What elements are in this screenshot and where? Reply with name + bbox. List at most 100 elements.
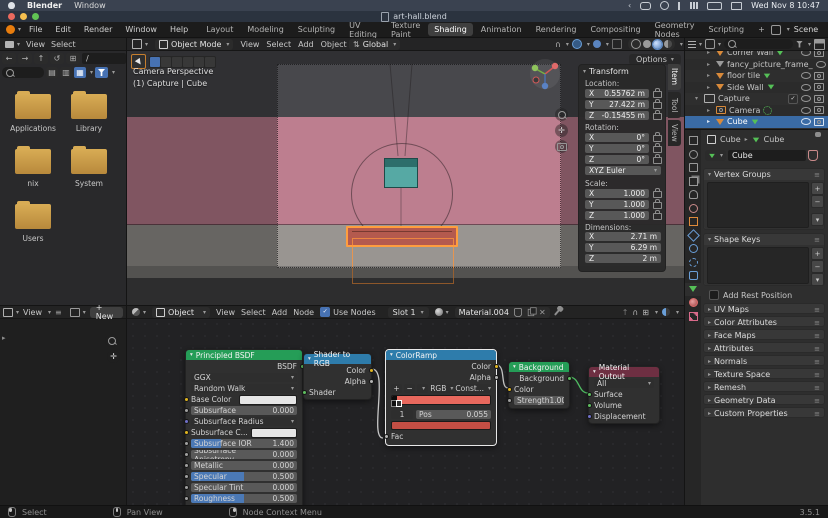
outliner-row-side-wall[interactable]: ▸ Side Wall <box>685 82 828 94</box>
lock-icon[interactable] <box>653 135 662 142</box>
scale-z-field[interactable]: Z1.000 <box>585 211 649 220</box>
zoom-gizmo-icon[interactable] <box>105 334 118 347</box>
menu-edit[interactable]: Edit <box>55 25 71 34</box>
toggle-icon-4[interactable] <box>183 57 193 67</box>
scene-selector[interactable]: Scene <box>794 25 828 34</box>
toggle-icon-6[interactable] <box>205 57 215 67</box>
image-view-menu[interactable]: View <box>23 308 42 317</box>
rotation-x-field[interactable]: X0° <box>585 133 649 142</box>
shader-view-menu[interactable]: View <box>216 308 235 317</box>
file-view-menu[interactable]: View <box>26 40 45 49</box>
subsurface-ior-field[interactable]: Subsurface IOR1.400 <box>191 439 297 448</box>
volume-input-socket[interactable] <box>587 403 592 408</box>
breadcrumb-object[interactable]: Cube <box>720 135 741 144</box>
hide-eye-icon[interactable] <box>816 61 826 68</box>
scene-icon[interactable] <box>771 25 781 35</box>
render-visibility-icon[interactable] <box>814 106 824 114</box>
parent-dir-icon[interactable]: ↑ <box>34 53 48 64</box>
add-stop-button[interactable]: + <box>391 384 402 393</box>
remove-vertex-group-button[interactable]: − <box>811 195 824 208</box>
outliner-row-fancy-picture-frame[interactable]: ▸ fancy_picture_frame_ <box>685 59 828 71</box>
network-status-icon[interactable] <box>660 1 669 10</box>
grid-status-icon[interactable] <box>690 2 698 9</box>
stop-index-field[interactable]: 1 <box>391 410 413 419</box>
data-name-field[interactable]: Cube <box>728 150 806 161</box>
color-attributes-panel[interactable]: ▸Color Attributes≡ <box>703 316 825 327</box>
minimize-window-button[interactable] <box>20 13 27 20</box>
copy-material-icon[interactable] <box>528 308 534 315</box>
lock-icon[interactable] <box>653 191 662 198</box>
bluetooth-status-icon[interactable] <box>678 2 680 10</box>
subsurface-anisotropy-field[interactable]: Subsurface Anisotropy0.000 <box>191 450 297 459</box>
specular-socket[interactable] <box>184 474 189 479</box>
base-color-swatch[interactable] <box>239 395 297 405</box>
toggle-icon-2[interactable] <box>161 57 171 67</box>
texture-space-panel[interactable]: ▸Texture Space≡ <box>703 368 825 379</box>
npanel-tab-view[interactable]: View <box>668 120 681 146</box>
apple-icon[interactable] <box>8 2 15 9</box>
tab-viewlayer-icon[interactable] <box>685 175 701 189</box>
remove-stop-button[interactable]: − <box>404 384 415 393</box>
normals-panel[interactable]: ▸Normals≡ <box>703 355 825 366</box>
interpolation-dropdown[interactable]: Const...▾ <box>455 384 491 393</box>
custom-properties-panel[interactable]: ▸Custom Properties≡ <box>703 407 825 418</box>
panel-menu-icon[interactable]: ≡ <box>814 236 820 244</box>
viewport-object-menu[interactable]: Object <box>321 40 347 49</box>
snap-grid-icon[interactable]: ⊞ <box>642 308 649 317</box>
slot-dropdown[interactable]: Slot 1▾ <box>388 307 429 318</box>
toggle-icon-5[interactable] <box>194 57 204 67</box>
specular-field[interactable]: Specular0.500 <box>191 472 297 481</box>
collection-checkbox[interactable]: ✓ <box>788 94 798 104</box>
specular-tint-field[interactable]: Specular Tint0.000 <box>191 483 297 492</box>
material-output-node[interactable]: ▾Material Output All▾ Surface Volume Dis… <box>588 366 660 424</box>
menubar-clock[interactable]: Wed Nov 8 10:47 <box>751 1 820 10</box>
proportional-editing-icon[interactable] <box>572 39 582 49</box>
tab-world-icon[interactable] <box>685 202 701 216</box>
render-visibility-icon[interactable] <box>814 51 824 57</box>
remove-shape-key-button[interactable]: − <box>811 260 824 273</box>
tab-shading[interactable]: Shading <box>428 23 473 36</box>
tab-tool-icon[interactable] <box>685 134 701 148</box>
dimensions-z-field[interactable]: Z2 m <box>585 254 661 263</box>
tab-object-data-icon-active[interactable] <box>685 283 701 297</box>
tab-texture-icon[interactable] <box>685 310 701 324</box>
shading-dropdown-icon[interactable]: ▾ <box>680 41 683 48</box>
shader-to-rgb-node[interactable]: ▾Shader to RGB Color Alpha Shader <box>303 353 372 400</box>
tab-scripting[interactable]: Scripting <box>703 23 751 36</box>
roughness-socket[interactable] <box>184 496 189 501</box>
scale-y-field[interactable]: Y1.000 <box>585 200 649 209</box>
add-shape-key-button[interactable]: + <box>811 247 824 260</box>
strength-field[interactable]: Strength1.000 <box>514 396 564 405</box>
outliner-row-camera[interactable]: ▸ Camera <box>685 105 828 117</box>
add-vertex-group-button[interactable]: + <box>811 182 824 195</box>
outliner-filter-object-icon[interactable]: ▾ <box>705 39 721 49</box>
hide-eye-icon[interactable] <box>801 107 811 114</box>
file-path-field[interactable]: / <box>82 53 126 64</box>
back-icon[interactable]: ← <box>2 53 16 64</box>
npanel-tab-item[interactable]: Item <box>668 64 681 90</box>
shader-input-socket[interactable] <box>302 390 307 395</box>
forward-icon[interactable]: → <box>18 53 32 64</box>
location-y-field[interactable]: Y27.422 m <box>585 100 649 109</box>
npanel-tab-tool[interactable]: Tool <box>668 92 681 118</box>
tab-modifiers-icon[interactable] <box>685 229 701 243</box>
metallic-socket[interactable] <box>184 463 189 468</box>
tab-material-icon[interactable] <box>685 296 701 310</box>
lock-icon[interactable] <box>653 113 662 120</box>
mode-dropdown[interactable]: Object Mode▾ <box>155 39 233 50</box>
hide-eye-icon[interactable] <box>801 118 811 125</box>
fake-user-shield-icon[interactable] <box>514 308 522 317</box>
render-visibility-icon[interactable] <box>814 83 824 91</box>
move-view-gizmo-icon[interactable]: ✛ <box>107 350 120 363</box>
breadcrumb-data[interactable]: Cube <box>764 135 785 144</box>
tab-modeling[interactable]: Modeling <box>241 23 289 36</box>
tab-layout[interactable]: Layout <box>200 23 239 36</box>
attributes-panel[interactable]: ▸Attributes≡ <box>703 342 825 353</box>
render-visibility-icon[interactable] <box>814 95 824 103</box>
zoom-gizmo-icon[interactable] <box>555 108 568 121</box>
menu-window[interactable]: Window <box>125 25 157 34</box>
folder-system[interactable]: System <box>64 149 114 188</box>
insert-keyframe-icon[interactable]: ↑ <box>622 308 629 317</box>
tab-scene-icon[interactable] <box>685 188 701 202</box>
tab-rendering[interactable]: Rendering <box>530 23 583 36</box>
